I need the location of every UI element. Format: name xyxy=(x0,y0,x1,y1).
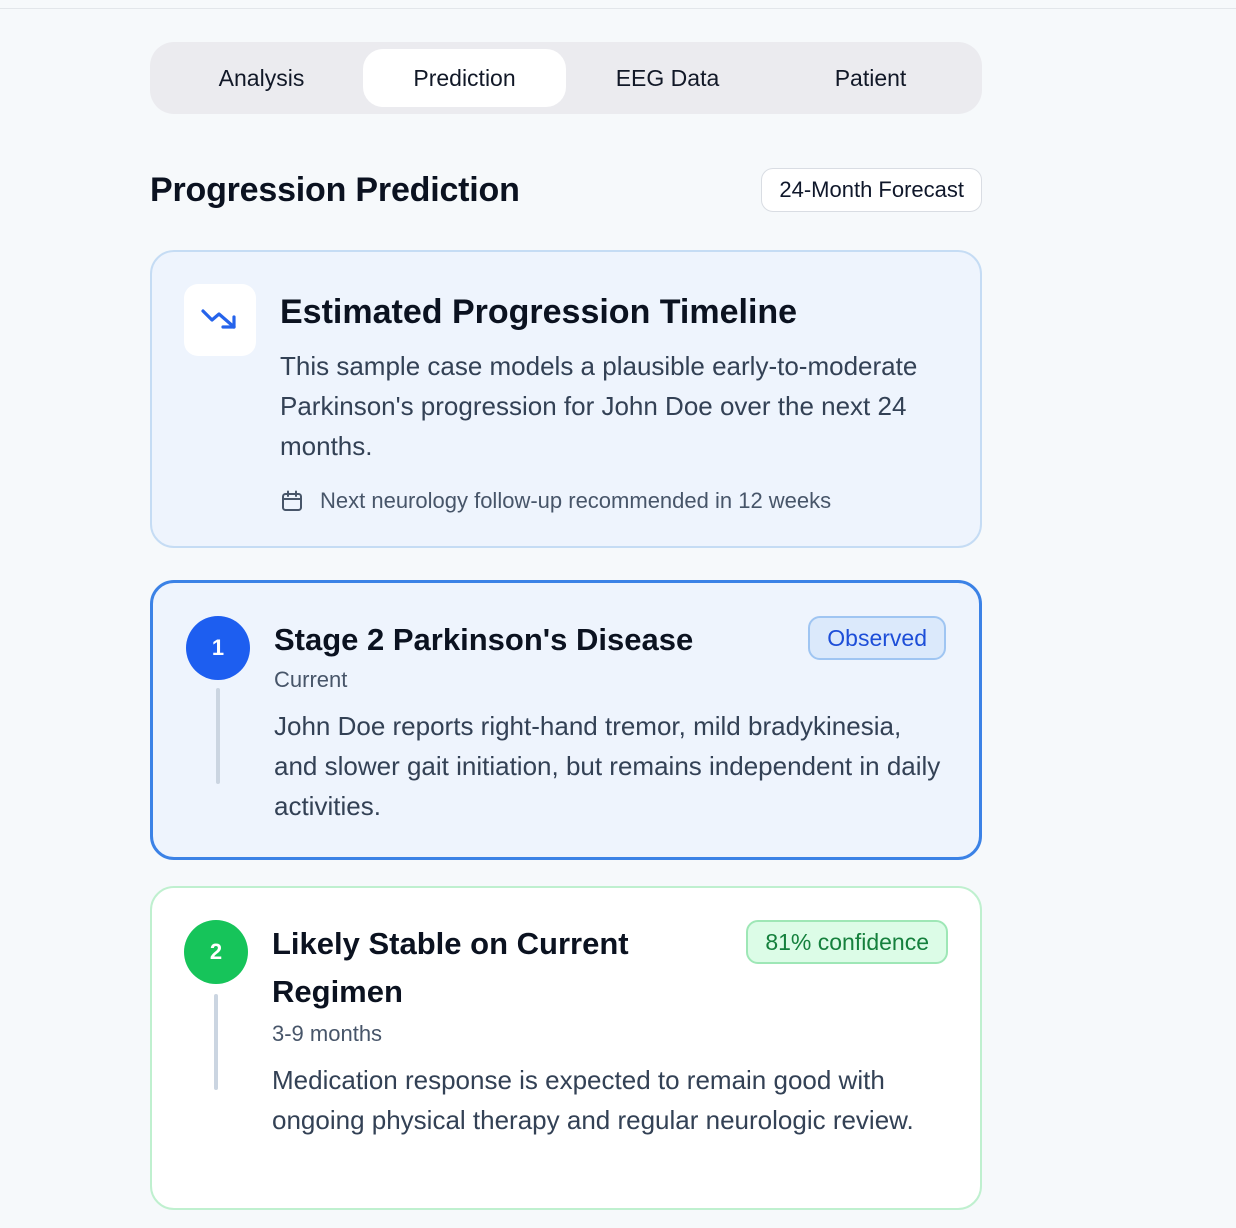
forecast-badge: 24-Month Forecast xyxy=(761,168,982,212)
top-border xyxy=(0,0,1236,9)
stage-description: Medication response is expected to remai… xyxy=(272,1065,914,1135)
calendar-icon xyxy=(282,490,302,511)
summary-description: This sample case models a plausible earl… xyxy=(280,351,918,461)
stage-card-current[interactable]: 1 Stage 2 Parkinson's Disease Current Jo… xyxy=(150,580,982,860)
summary-title: Estimated Progression Timeline xyxy=(280,293,798,331)
stage-title: Likely Stable on Current Regimen xyxy=(272,926,629,1009)
stage-number-badge: 2 xyxy=(184,920,248,984)
tab-patient[interactable]: Patient xyxy=(769,49,972,107)
timeline-connector xyxy=(214,994,218,1090)
stage-timeframe: 3-9 months xyxy=(272,1021,383,1046)
tab-eeg-data[interactable]: EEG Data xyxy=(566,49,769,107)
trending-down-icon xyxy=(184,284,256,356)
timeline-connector xyxy=(216,688,220,784)
page-title: Progression Prediction xyxy=(150,170,520,209)
tab-analysis[interactable]: Analysis xyxy=(160,49,363,107)
followup-note: Next neurology follow-up recommended in … xyxy=(280,488,960,514)
prediction-panel: Analysis Prediction EEG Data Patient Pro… xyxy=(150,42,982,1210)
stage-description: John Doe reports right-hand tremor, mild… xyxy=(274,711,941,821)
stage-card-predicted[interactable]: 2 Likely Stable on Current Regimen 3-9 m… xyxy=(150,886,982,1210)
followup-text: Next neurology follow-up recommended in … xyxy=(320,488,832,513)
stage-timeframe: Current xyxy=(274,667,348,692)
stage-number-badge: 1 xyxy=(186,616,250,680)
confidence-badge: 81% confidence xyxy=(746,920,948,964)
status-badge-observed: Observed xyxy=(808,616,946,660)
tab-bar: Analysis Prediction EEG Data Patient xyxy=(150,42,982,114)
section-header: Progression Prediction 24-Month Forecast xyxy=(150,168,982,212)
tab-prediction[interactable]: Prediction xyxy=(363,49,566,107)
timeline-summary-card: Estimated Progression Timeline This samp… xyxy=(150,250,982,548)
